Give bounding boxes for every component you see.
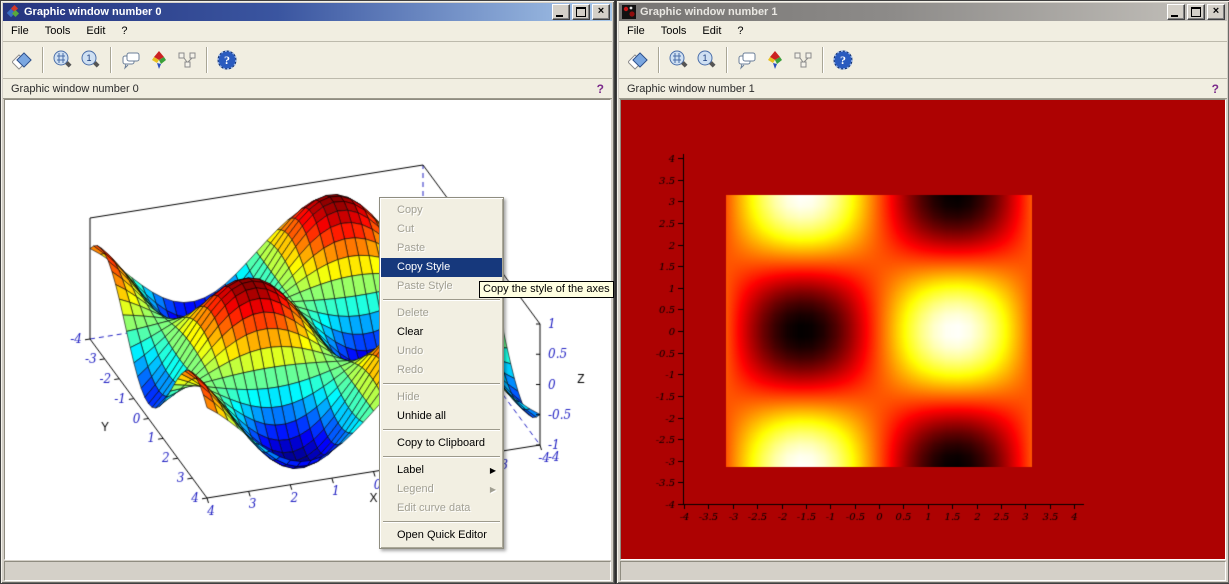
ctx-edit-curve-data: Edit curve data (381, 499, 502, 518)
figure-thumbnail-icon (622, 5, 636, 19)
graphic-window-0: Graphic window number 0 × File Tools Edi… (0, 0, 615, 584)
close-icon: × (598, 6, 604, 16)
menu-bar: File Tools Edit ? (3, 21, 612, 42)
ctx-open-quick-editor[interactable]: Open Quick Editor (381, 526, 502, 545)
maximize-icon (1191, 7, 1201, 17)
ctx-delete: Delete (381, 304, 502, 323)
toolbar: 1 ? (3, 42, 612, 79)
tooltip: Copy the style of the axes (479, 281, 614, 298)
ctx-unhide-all[interactable]: Unhide all (381, 407, 502, 426)
close-icon: × (1213, 6, 1219, 16)
menu-bar: File Tools Edit ? (619, 21, 1227, 42)
infobar-help-badge[interactable]: ? (1212, 82, 1219, 96)
menu-edit[interactable]: Edit (78, 23, 113, 39)
title-bar[interactable]: Graphic window number 0 × (3, 3, 612, 21)
svg-text:1: 1 (702, 53, 707, 63)
toolbar-separator (822, 47, 824, 73)
svg-text:?: ? (840, 53, 846, 67)
menu-tools[interactable]: Tools (37, 23, 79, 39)
menu-separator (383, 429, 500, 431)
surface-3d-canvas[interactable] (5, 100, 611, 557)
toolbar-separator (658, 47, 660, 73)
help-icon[interactable]: ? (830, 47, 856, 73)
ctx-hide: Hide (381, 388, 502, 407)
close-button[interactable]: × (1207, 4, 1225, 20)
toolbar-separator (110, 47, 112, 73)
zoom-reset-icon[interactable]: 1 (694, 47, 720, 73)
figure-info-bar: Graphic window number 1 ? (619, 79, 1227, 99)
ctx-undo: Undo (381, 342, 502, 361)
help-icon[interactable]: ? (214, 47, 240, 73)
close-button[interactable]: × (592, 4, 610, 20)
datatip-icon[interactable] (790, 47, 816, 73)
svg-text:?: ? (224, 53, 230, 67)
menu-help[interactable]: ? (113, 23, 135, 39)
infobar-help-badge[interactable]: ? (597, 82, 604, 96)
status-bar (620, 561, 1226, 581)
maximize-button[interactable] (572, 4, 590, 20)
toolbar-separator (42, 47, 44, 73)
menu-separator (383, 521, 500, 523)
figure-info-label: Graphic window number 1 (627, 83, 755, 95)
colormap-icon[interactable] (762, 47, 788, 73)
graphic-window-1: Graphic window number 1 × File Tools Edi… (616, 0, 1229, 584)
submenu-arrow-icon: ▶ (490, 480, 496, 499)
colormap-icon[interactable] (146, 47, 172, 73)
heatmap-canvas[interactable] (621, 100, 1226, 557)
minimize-button[interactable] (1167, 4, 1185, 20)
menu-edit[interactable]: Edit (694, 23, 729, 39)
ctx-copy: Copy (381, 201, 502, 220)
export-figure-icon[interactable] (10, 47, 36, 73)
toolbar: 1 ? (619, 42, 1227, 79)
minimize-icon (556, 15, 563, 17)
surface-plot-area[interactable] (4, 99, 611, 560)
export-figure-icon[interactable] (626, 47, 652, 73)
menu-file[interactable]: File (3, 23, 37, 39)
zoom-reset-icon[interactable]: 1 (78, 47, 104, 73)
menu-separator (383, 456, 500, 458)
toolbar-separator (726, 47, 728, 73)
figure-info-label: Graphic window number 0 (11, 83, 139, 95)
ctx-clear[interactable]: Clear (381, 323, 502, 342)
ctx-paste: Paste (381, 239, 502, 258)
ctx-cut: Cut (381, 220, 502, 239)
zoom-area-icon[interactable] (666, 47, 692, 73)
ctx-copy-style[interactable]: Copy Style (381, 258, 502, 277)
menu-help[interactable]: ? (729, 23, 751, 39)
context-menu: Copy Cut Paste Copy Style Paste Style De… (379, 197, 504, 549)
toolbar-separator (206, 47, 208, 73)
svg-text:1: 1 (86, 53, 91, 63)
menu-separator (383, 383, 500, 385)
zoom-area-icon[interactable] (50, 47, 76, 73)
menu-separator (383, 299, 500, 301)
heatmap-plot-area[interactable] (620, 99, 1226, 560)
maximize-icon (576, 7, 586, 17)
minimize-icon (1171, 15, 1178, 17)
ged-editor-icon[interactable] (118, 47, 144, 73)
minimize-button[interactable] (552, 4, 570, 20)
status-bar (4, 561, 611, 581)
ged-editor-icon[interactable] (734, 47, 760, 73)
submenu-arrow-icon: ▶ (490, 461, 496, 480)
maximize-button[interactable] (1187, 4, 1205, 20)
ctx-legend: Legend▶ (381, 480, 502, 499)
datatip-icon[interactable] (174, 47, 200, 73)
ctx-label[interactable]: Label▶ (381, 461, 502, 480)
ctx-copy-to-clipboard[interactable]: Copy to Clipboard (381, 434, 502, 453)
figure-info-bar: Graphic window number 0 ? (3, 79, 612, 99)
window-title: Graphic window number 0 (24, 6, 162, 18)
ctx-redo: Redo (381, 361, 502, 380)
title-bar[interactable]: Graphic window number 1 × (619, 3, 1227, 21)
menu-tools[interactable]: Tools (653, 23, 695, 39)
scilab-app-icon (6, 5, 20, 19)
menu-file[interactable]: File (619, 23, 653, 39)
window-title: Graphic window number 1 (640, 6, 778, 18)
